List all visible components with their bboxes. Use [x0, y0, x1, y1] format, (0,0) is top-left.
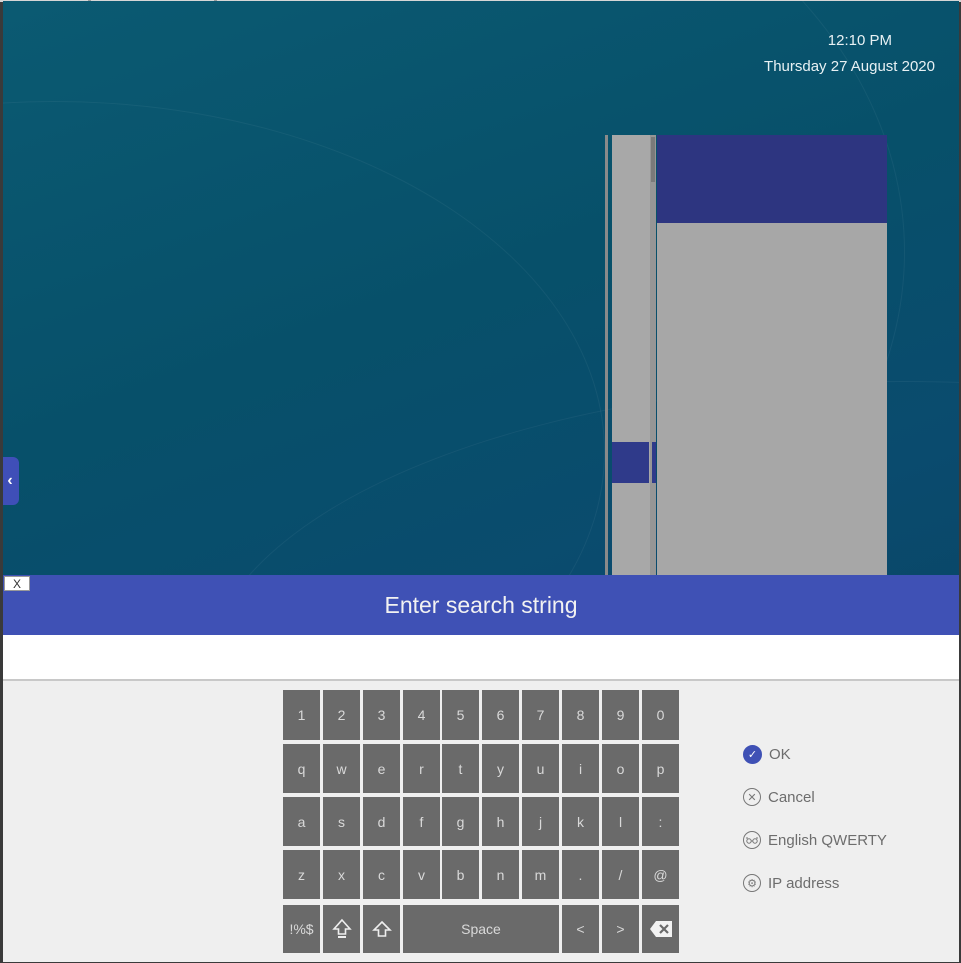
key[interactable]: v	[403, 850, 440, 899]
key[interactable]: y	[482, 744, 519, 793]
backspace-key[interactable]	[642, 905, 679, 953]
key[interactable]: t	[442, 744, 479, 793]
gear-icon: ⚙	[743, 874, 761, 892]
key[interactable]: 1	[283, 690, 320, 740]
key[interactable]: s	[323, 797, 360, 846]
shift-lock-key[interactable]	[323, 905, 360, 953]
cursor-right-key[interactable]: >	[602, 905, 639, 953]
key[interactable]: 6	[482, 690, 519, 740]
key[interactable]: 2	[323, 690, 360, 740]
panel-scrollbar[interactable]	[650, 135, 656, 576]
key[interactable]: h	[482, 797, 519, 846]
clock-date: Thursday 27 August 2020	[764, 58, 935, 75]
key[interactable]: q	[283, 744, 320, 793]
panel-scrollbar-marker	[652, 442, 656, 483]
clock-time: 12:10 PM	[827, 32, 892, 49]
panel-list-selected-item[interactable]	[612, 442, 649, 483]
panel-header	[657, 135, 887, 223]
key[interactable]: @	[642, 850, 679, 899]
key[interactable]: 0	[642, 690, 679, 740]
key[interactable]: 7	[522, 690, 559, 740]
search-input[interactable]	[3, 635, 959, 681]
ok-option[interactable]: ✓ OK	[743, 745, 791, 764]
key[interactable]: d	[363, 797, 400, 846]
key[interactable]: /	[602, 850, 639, 899]
backspace-icon	[649, 920, 673, 938]
key[interactable]: e	[363, 744, 400, 793]
ip-address-label: IP address	[768, 874, 840, 892]
cancel-icon: ✕	[743, 788, 761, 806]
shift-icon	[371, 920, 392, 938]
key[interactable]: 5	[442, 690, 479, 740]
panel-edge	[605, 135, 608, 576]
ip-address-option[interactable]: ⚙ IP address	[743, 874, 839, 892]
key[interactable]: o	[602, 744, 639, 793]
key[interactable]: g	[442, 797, 479, 846]
key[interactable]: j	[522, 797, 559, 846]
space-key[interactable]: Space	[403, 905, 559, 953]
key[interactable]: :	[642, 797, 679, 846]
key-symbols[interactable]: !%$	[283, 905, 320, 953]
key[interactable]: a	[283, 797, 320, 846]
panel-scrollbar-thumb[interactable]	[651, 137, 655, 182]
cancel-label: Cancel	[768, 788, 815, 806]
key[interactable]: .	[562, 850, 599, 899]
key[interactable]: b	[442, 850, 479, 899]
key[interactable]: 4	[403, 690, 440, 740]
key[interactable]: r	[403, 744, 440, 793]
keyboard-dialog-title: Enter search string	[384, 591, 578, 618]
glasses-icon	[743, 831, 761, 849]
cursor-left-key[interactable]: <	[562, 905, 599, 953]
cancel-option[interactable]: ✕ Cancel	[743, 788, 815, 806]
key[interactable]: 8	[562, 690, 599, 740]
key[interactable]: l	[602, 797, 639, 846]
key[interactable]: c	[363, 850, 400, 899]
side-menu-toggle[interactable]: ‹	[3, 457, 19, 505]
keyboard-dialog-header: Enter search string	[3, 575, 959, 635]
key[interactable]: f	[403, 797, 440, 846]
key[interactable]: x	[323, 850, 360, 899]
key[interactable]: m	[522, 850, 559, 899]
shift-key[interactable]	[363, 905, 400, 953]
key[interactable]: 9	[602, 690, 639, 740]
key[interactable]: n	[482, 850, 519, 899]
keyboard-layout-option[interactable]: English QWERTY	[743, 831, 887, 849]
key[interactable]: w	[323, 744, 360, 793]
shift-lock-icon	[331, 918, 352, 940]
ok-label: OK	[769, 746, 791, 763]
key[interactable]: u	[522, 744, 559, 793]
close-button[interactable]: X	[4, 576, 30, 591]
key[interactable]: i	[562, 744, 599, 793]
chevron-left-icon: ‹	[7, 472, 13, 489]
key[interactable]: z	[283, 850, 320, 899]
desktop-screen: 12:10 PM Thursday 27 August 2020 ‹ Enter…	[3, 1, 959, 962]
key[interactable]: 3	[363, 690, 400, 740]
keyboard-layout-label: English QWERTY	[768, 831, 887, 849]
check-icon: ✓	[743, 745, 762, 764]
panel-list-column[interactable]	[612, 135, 650, 576]
key[interactable]: k	[562, 797, 599, 846]
key[interactable]: p	[642, 744, 679, 793]
